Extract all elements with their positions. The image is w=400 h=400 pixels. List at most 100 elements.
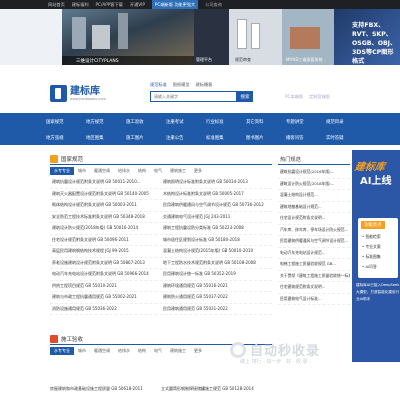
list-item[interactable]: 地下工程防水技术规范附条文说明 GB 50108-2008	[161, 260, 272, 266]
subtab[interactable]: 建筑施工	[166, 347, 190, 355]
list-item[interactable]: 混凝土结构设计规范(2015年版) GB 50010-2010	[161, 248, 272, 254]
top-link-welfare[interactable]: 建标福利	[72, 2, 89, 8]
section-icon	[50, 335, 58, 343]
hot-item[interactable]: 电动汽车充电站设计规范...	[278, 248, 350, 259]
list-item[interactable]: 消防设施通用规范 GB 55036-2022	[50, 306, 161, 312]
list-item[interactable]: 建筑抗震设计规范附条文说明 GB 50011-2010...	[50, 179, 161, 185]
list-item[interactable]: 安全防范工程技术标准附条文说明 GB 50348-2018	[50, 214, 161, 220]
header-link-custom[interactable]: 定制官端版	[309, 94, 330, 100]
nav-item[interactable]: 专题讲堂	[286, 119, 326, 125]
nav-item[interactable]: 地方规范	[86, 119, 126, 125]
list-item[interactable]: 民用建筑供暖通风与空气调节设计规范 GB 50736-2012	[161, 202, 272, 208]
subtab[interactable]: 暖通空调	[90, 347, 114, 355]
subtab[interactable]: 建筑施工	[166, 167, 190, 175]
list-item[interactable]: 砌体结构设计规范附条文说明 GB 50003-2011	[50, 202, 161, 208]
banner-caption: MIYAD三维家居系统	[286, 57, 323, 62]
subtab[interactable]: 结构	[134, 167, 150, 175]
search-tab-standards[interactable]: 规范标准	[150, 82, 167, 88]
list-item[interactable]: 电动汽车充电站设计规范附条文说明 GB 50966-2014	[50, 271, 161, 277]
subtab[interactable]: 水专专业	[50, 167, 74, 175]
nav-item[interactable]: 注册考试	[166, 119, 206, 125]
hot-item[interactable]: 民用建筑供暖通风与空气调节设计规范...	[278, 236, 350, 248]
ai-ad-panel[interactable]: 建标库 AI上线 功能亮点 • 智能检索 • 专业文案 • 标准图集 • AI问…	[352, 150, 400, 362]
hot-standards: 热门规范 建筑抗震设计规范(2016年版)... 建筑设计防火规范(2018年版…	[278, 154, 350, 305]
list-item[interactable]: 建筑环境通用规范 GB 55016-2021	[161, 283, 272, 289]
hot-item[interactable]: 建筑设计防火规范(2018年版)...	[278, 179, 350, 190]
subtab[interactable]: 给排水	[114, 167, 134, 175]
site-logo[interactable]: 建标库 www.jianbiaoku.com	[50, 85, 106, 102]
top-dropdown[interactable]: 公司查询	[205, 2, 222, 8]
list-item[interactable]: 建筑工程抗震设防分类标准 GB 50223-2008	[161, 225, 272, 231]
subtab[interactable]: 结构	[134, 347, 150, 355]
list-item[interactable]: 城市居住区规划设计标准 GB 50180-2018	[161, 237, 272, 243]
search-tab-drawings[interactable]: 图纸模型	[173, 82, 190, 88]
subtab[interactable]: 水专专业	[50, 347, 74, 355]
nav-item[interactable]: 注册公告	[166, 135, 206, 141]
list-item[interactable]: 立式圆筒形钢制焊接储罐施工规范 GB 50128-2014	[161, 386, 272, 392]
list-item[interactable]: 房屋建筑和市政基础设施工程质量 GB 50618-2011	[50, 386, 161, 392]
list-item[interactable]: 住宅设计规范附条文说明 GB 50096-2011	[50, 237, 161, 243]
nav-item[interactable]: 施工验收	[126, 119, 166, 125]
nav-item[interactable]: 施工图片	[126, 135, 166, 141]
list-item[interactable]: 供热工程项目规范 GB 55010-2021	[50, 283, 161, 289]
hot-item[interactable]: 混凝土结构设计规范...	[278, 190, 350, 202]
nav-item[interactable]: 实时答疑	[326, 135, 366, 141]
top-link-pc-new[interactable]: PC端新版 功能更强大	[151, 0, 199, 9]
nav-item[interactable]: 国家规范	[46, 119, 86, 125]
subtab[interactable]: 给排水	[114, 347, 134, 355]
hot-item[interactable]: 电梯工程施工质量验收规范 GB...	[278, 259, 350, 271]
list-item[interactable]: 高层民用建筑钢结构技术规程 JGJ 99-2015	[50, 248, 161, 254]
list-row: 电动汽车充电站设计规范附条文说明 GB 50966-2014 民用建筑设计统一标准…	[50, 269, 272, 281]
top-link-vip[interactable]: 开通VIP	[130, 2, 145, 8]
list-row: 建筑抗震设计规范附条文说明 GB 50011-2010... 建筑照明设计标准附条…	[50, 177, 272, 189]
subtab[interactable]: 更多	[190, 167, 206, 175]
list-item[interactable]: 交通建筑电气设计规范 JGJ 243-2011	[161, 214, 272, 220]
hot-item[interactable]: 民用建筑电气设计标准...	[278, 294, 350, 305]
banner-home-system[interactable]: MIYAD三维家居系统	[282, 9, 334, 65]
subtab[interactable]: 城市	[74, 347, 90, 355]
header-link-pc[interactable]: PC本端版	[285, 94, 303, 100]
subtab[interactable]: 城市	[74, 167, 90, 175]
banner-review[interactable]: 规范审查	[229, 9, 282, 65]
list-item[interactable]: 建筑防火通用规范 GB 55037-2022	[161, 294, 272, 300]
list-item[interactable]: 建筑照明设计标准附条文说明 GB 50034-2013	[161, 179, 272, 185]
hot-item[interactable]: 住宅建筑规范附条文说明...	[278, 282, 350, 294]
search-tab-podcast[interactable]: 建标播客	[196, 82, 213, 88]
hot-item[interactable]: 汽车库、修车库、停车场设计防火规范...	[278, 225, 350, 236]
search-input[interactable]	[150, 91, 237, 102]
search-button[interactable]: 搜索	[237, 91, 253, 102]
nav-item[interactable]: 地区图集	[86, 135, 126, 141]
list-item[interactable]: 建筑与市政工程抗震通用规范 GB 55002-2021	[50, 294, 161, 300]
watermark: 自动秒收录 做上 排行 · 快一步 · 好 · 收 录 ·	[230, 340, 320, 365]
subtab[interactable]: 电气	[150, 167, 166, 175]
top-link-home[interactable]: 网站首页	[48, 2, 65, 8]
nav-item[interactable]: 图书图片	[246, 135, 286, 141]
nav-item[interactable]: 地方弦规	[46, 135, 86, 141]
list-item[interactable]: 养老设施建筑设计规范附条文说明 GB 50867-2013	[50, 260, 161, 266]
search-area: 规范标准 图纸模型 建标播客 搜索	[150, 82, 253, 102]
hot-item[interactable]: 建筑抗震设计规范(2016年版)...	[278, 167, 350, 179]
subtab[interactable]: 更多	[190, 347, 206, 355]
subtab[interactable]: 电气	[150, 347, 166, 355]
nav-item[interactable]: 其它资料	[246, 119, 286, 125]
building-shape	[118, 13, 128, 49]
top-link-app[interactable]: PC/APP客下载	[96, 2, 123, 8]
list-item[interactable]: 建筑设计防火规范(2018年版) GB 50016-2014	[50, 225, 161, 231]
list-item[interactable]: 民用建筑通用规范 GB 55031-2022	[161, 306, 272, 312]
list-item[interactable]: 木结构设计标准附条文说明 GB 50005-2017	[161, 191, 272, 197]
nav-item[interactable]: 播客问答	[286, 135, 326, 141]
list-item[interactable]: 民用建筑设计统一标准 GB 50352-2019	[161, 271, 272, 277]
nav-item[interactable]: 行业标准	[206, 119, 246, 125]
banner-formats[interactable]: 支持FBX、RVT、SKP、OSGB、OBJ、3DS等CP图形格式	[334, 9, 400, 65]
banner-cityplans[interactable]: 三维设计CITYPLANS	[62, 9, 194, 65]
hot-item[interactable]: 建筑地基基础设计规范...	[278, 202, 350, 213]
nav-item[interactable]: 规范目录	[326, 119, 366, 125]
banner-platform[interactable]: 管理平台	[194, 9, 229, 65]
subtab[interactable]: 暖通空调	[90, 167, 114, 175]
list-item[interactable]: 建筑灭火器配置设计规范附条文说明 GB 50140-2005	[50, 191, 161, 197]
nav-item[interactable]: 标准图集	[206, 135, 246, 141]
hot-item[interactable]: 关于贯彻《建筑工程施工质量验收统一标准》...	[278, 271, 350, 282]
hot-item[interactable]: 住宅设计规范附条文说明...	[278, 213, 350, 225]
list-row: 建筑设计防火规范(2018年版) GB 50016-2014 建筑工程抗震设防分类…	[50, 223, 272, 235]
ad-card-title: 功能亮点	[361, 221, 385, 229]
